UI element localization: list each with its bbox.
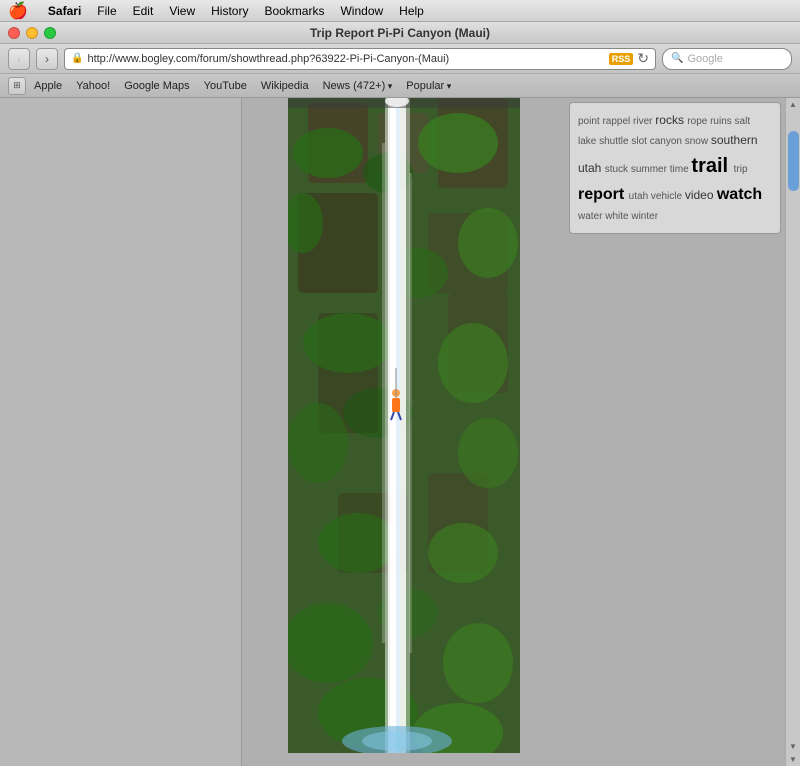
search-icon: 🔍 bbox=[671, 53, 683, 64]
bookmarks-bar: ⊞ Apple Yahoo! Google Maps YouTube Wikip… bbox=[0, 74, 800, 98]
tag-video[interactable]: video bbox=[685, 188, 717, 202]
bookmark-news[interactable]: News (472+) bbox=[317, 78, 399, 94]
center-panel bbox=[242, 98, 565, 766]
tag-summer[interactable]: summer bbox=[631, 164, 670, 175]
tag-watch[interactable]: watch bbox=[717, 186, 762, 203]
bookmark-yahoo[interactable]: Yahoo! bbox=[70, 78, 116, 94]
tag-southern[interactable]: southern bbox=[711, 133, 758, 147]
maximize-button[interactable] bbox=[44, 27, 56, 39]
scroll-thumb[interactable] bbox=[788, 131, 799, 191]
search-bar[interactable]: 🔍 Google bbox=[662, 48, 792, 70]
tag-rope[interactable]: rope bbox=[687, 116, 710, 127]
bookmark-youtube[interactable]: YouTube bbox=[198, 78, 253, 94]
tag-point[interactable]: point bbox=[578, 116, 602, 127]
menubar: 🍎 Safari File Edit View History Bookmark… bbox=[0, 0, 800, 22]
refresh-icon[interactable]: ↻ bbox=[637, 50, 649, 67]
tag-time[interactable]: time bbox=[670, 164, 692, 175]
tag-utah[interactable]: utah bbox=[578, 161, 605, 175]
window-controls bbox=[8, 27, 56, 39]
menubar-window[interactable]: Window bbox=[340, 4, 383, 18]
menubar-bookmarks[interactable]: Bookmarks bbox=[264, 4, 324, 18]
tag-canyon[interactable]: canyon bbox=[650, 136, 685, 147]
tag-vehicle[interactable]: vehicle bbox=[651, 191, 685, 202]
bookmark-popular[interactable]: Popular bbox=[400, 78, 457, 94]
forward-button[interactable]: › bbox=[36, 48, 58, 70]
tag-cloud: point rappel river rocks rope ruins salt… bbox=[569, 102, 781, 234]
search-placeholder: Google bbox=[687, 53, 722, 65]
titlebar: Trip Report Pi-Pi Canyon (Maui) bbox=[0, 22, 800, 44]
scroll-bottom-arrow[interactable]: ▼ bbox=[787, 753, 799, 766]
menubar-help[interactable]: Help bbox=[399, 4, 424, 18]
menubar-file[interactable]: File bbox=[97, 4, 116, 18]
vertical-scrollbar[interactable]: ▲ ▼ ▼ bbox=[785, 98, 800, 766]
rss-badge[interactable]: RSS bbox=[609, 53, 634, 65]
scroll-down-arrow[interactable]: ▼ bbox=[787, 740, 799, 753]
minimize-button[interactable] bbox=[26, 27, 38, 39]
content-area: point rappel river rocks rope ruins salt… bbox=[0, 98, 800, 766]
tag-slot[interactable]: slot bbox=[631, 136, 649, 147]
bookmark-apple[interactable]: Apple bbox=[28, 78, 68, 94]
tag-rappel[interactable]: rappel bbox=[602, 116, 633, 127]
tag-ruins[interactable]: ruins bbox=[710, 116, 734, 127]
right-panel: point rappel river rocks rope ruins salt… bbox=[565, 98, 785, 766]
tag-shuttle[interactable]: shuttle bbox=[599, 136, 631, 147]
tag-stuck[interactable]: stuck bbox=[605, 164, 631, 175]
bookmark-wikipedia[interactable]: Wikipedia bbox=[255, 78, 315, 94]
tag-trip[interactable]: trip bbox=[734, 164, 748, 175]
tag-winter[interactable]: winter bbox=[631, 211, 658, 222]
window-title: Trip Report Pi-Pi Canyon (Maui) bbox=[310, 26, 490, 40]
url-text: http://www.bogley.com/forum/showthread.p… bbox=[87, 53, 604, 65]
address-bar[interactable]: 🔒 http://www.bogley.com/forum/showthread… bbox=[64, 48, 656, 70]
tag-salt[interactable]: salt bbox=[735, 116, 751, 127]
menubar-edit[interactable]: Edit bbox=[133, 4, 154, 18]
menubar-history[interactable]: History bbox=[211, 4, 248, 18]
apple-menu[interactable]: 🍎 bbox=[8, 1, 28, 21]
tag-white[interactable]: white bbox=[605, 211, 631, 222]
menubar-view[interactable]: View bbox=[169, 4, 195, 18]
menubar-safari[interactable]: Safari bbox=[48, 4, 81, 18]
tag-utah2[interactable]: utah bbox=[629, 191, 651, 202]
tag-river[interactable]: river bbox=[633, 116, 655, 127]
waterfall-image bbox=[288, 98, 520, 753]
tag-water[interactable]: water bbox=[578, 211, 605, 222]
left-panel bbox=[0, 98, 242, 766]
lock-icon: 🔒 bbox=[71, 53, 83, 64]
tag-lake[interactable]: lake bbox=[578, 136, 599, 147]
toolbar: ‹ › 🔒 http://www.bogley.com/forum/showth… bbox=[0, 44, 800, 74]
back-button[interactable]: ‹ bbox=[8, 48, 30, 70]
close-button[interactable] bbox=[8, 27, 20, 39]
bookmarks-icon[interactable]: ⊞ bbox=[8, 77, 26, 95]
tag-report[interactable]: report bbox=[578, 186, 629, 203]
tag-trail[interactable]: trail bbox=[691, 155, 733, 177]
tag-snow[interactable]: snow bbox=[685, 136, 711, 147]
tag-rocks[interactable]: rocks bbox=[655, 113, 687, 127]
bookmark-googlemaps[interactable]: Google Maps bbox=[118, 78, 195, 94]
scroll-up-arrow[interactable]: ▲ bbox=[787, 98, 799, 111]
